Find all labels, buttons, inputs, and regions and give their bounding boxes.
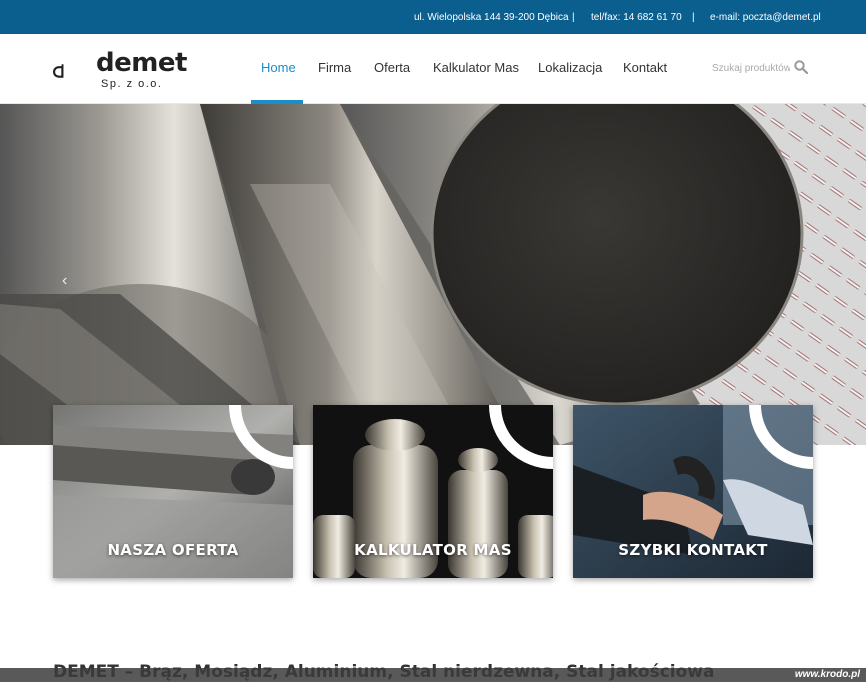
separator: |: [692, 12, 695, 23]
card-kalkulator-mas[interactable]: KALKULATOR MAS: [313, 405, 553, 578]
hero-metal-bars-image: [0, 104, 866, 445]
card-label: SZYBKI KONTAKT: [618, 541, 768, 559]
nav-kalkulator-mas[interactable]: Kalkulator Mas: [433, 60, 519, 75]
slider-prev-arrow[interactable]: ‹: [62, 272, 67, 290]
card-nasza-oferta[interactable]: NASZA OFERTA: [53, 405, 293, 578]
address-text: ul. Wielopolska 144 39-200 Dębica: [414, 12, 569, 23]
nav-kontakt[interactable]: Kontakt: [623, 60, 667, 75]
logo-name: demet: [96, 48, 187, 78]
email-link[interactable]: e-mail: poczta@demet.pl: [710, 12, 821, 23]
card-label: KALKULATOR MAS: [354, 541, 512, 559]
nav-firma[interactable]: Firma: [318, 60, 351, 75]
search-icon[interactable]: [794, 60, 808, 74]
search-box: [712, 60, 812, 76]
card-label: NASZA OFERTA: [107, 541, 239, 559]
hero-slider: ‹: [0, 104, 866, 445]
card-szybki-kontakt[interactable]: SZYBKI KONTAKT: [573, 405, 813, 578]
logo-subtitle: Sp. z o.o.: [101, 78, 163, 90]
site-header: demet Sp. z o.o. Home Firma Oferta Kalku…: [0, 34, 866, 104]
nav-lokalizacja[interactable]: Lokalizacja: [538, 60, 602, 75]
separator: |: [572, 12, 575, 23]
search-input[interactable]: [712, 60, 790, 76]
phone-text: tel/fax: 14 682 61 70: [591, 12, 682, 23]
nav-oferta[interactable]: Oferta: [374, 60, 410, 75]
top-contact-bar: ul. Wielopolska 144 39-200 Dębica | tel/…: [0, 0, 866, 34]
watermark: www.krodo.pl: [794, 669, 860, 680]
bottom-overlay-strip: [0, 668, 866, 682]
logo-d-icon: [53, 64, 64, 78]
nav-home[interactable]: Home: [261, 60, 296, 75]
